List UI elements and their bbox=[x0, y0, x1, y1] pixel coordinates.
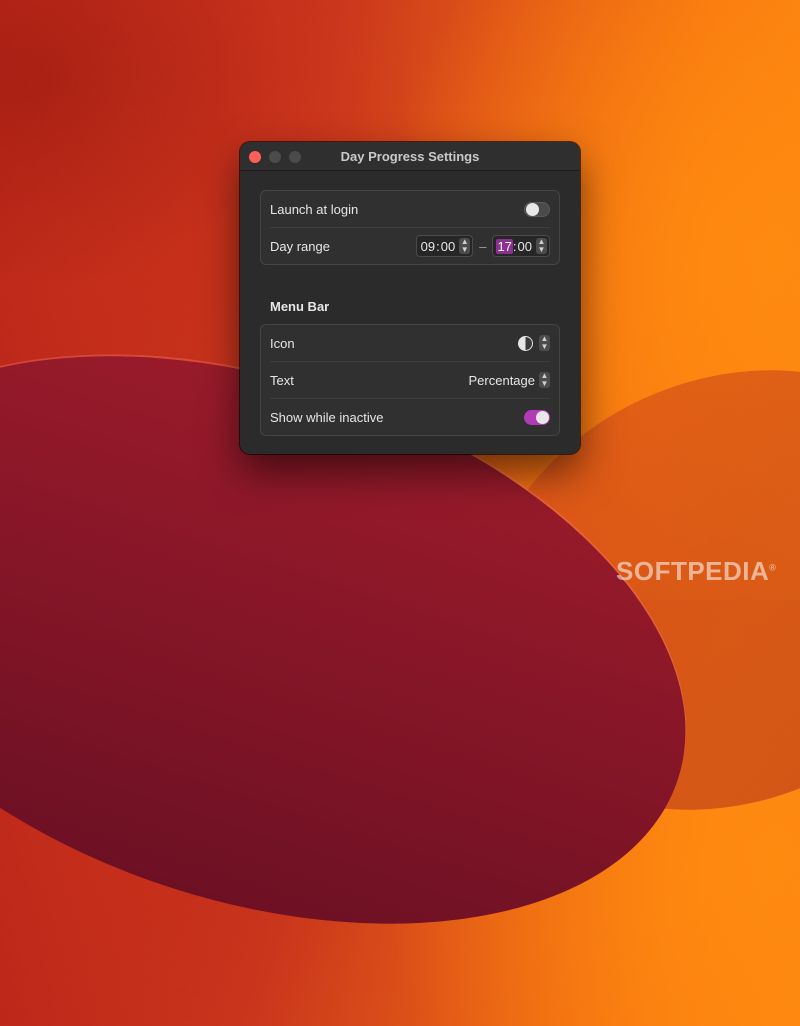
end-hour[interactable]: 17 bbox=[496, 238, 513, 254]
title-bar[interactable]: Day Progress Settings bbox=[240, 142, 580, 171]
settings-window: Day Progress Settings Launch at login Da… bbox=[240, 142, 580, 454]
launch-at-login-label: Launch at login bbox=[270, 201, 359, 217]
half-pie-icon bbox=[518, 335, 533, 351]
registered-mark: ® bbox=[769, 562, 777, 573]
chevron-down-icon: ▼ bbox=[540, 342, 549, 351]
end-time-stepper[interactable]: ▲ ▼ bbox=[536, 238, 547, 254]
icon-row: Icon ▲ ▼ bbox=[270, 325, 550, 362]
day-range-label: Day range bbox=[270, 238, 330, 254]
launch-at-login-toggle[interactable] bbox=[524, 201, 550, 217]
chevron-down-icon[interactable]: ▼ bbox=[536, 246, 547, 254]
start-hour[interactable]: 09 bbox=[420, 239, 436, 254]
menu-bar-group: Icon ▲ ▼ Text Percentage ▲ ▼ Show while in… bbox=[260, 324, 560, 436]
range-dash: – bbox=[479, 238, 487, 254]
text-popup-value[interactable]: Percentage bbox=[469, 373, 536, 388]
toggle-knob bbox=[536, 410, 549, 424]
general-group: Launch at login Day range 09:00 ▲ ▼ – 17:… bbox=[260, 190, 560, 265]
chevron-down-icon: ▼ bbox=[540, 379, 549, 388]
chevron-down-icon[interactable]: ▼ bbox=[459, 246, 470, 254]
show-while-inactive-label: Show while inactive bbox=[270, 409, 384, 425]
icon-popup-chevron[interactable]: ▲ ▼ bbox=[539, 335, 550, 351]
day-range-row: Day range 09:00 ▲ ▼ – 17:00 ▲ ▼ bbox=[270, 228, 550, 264]
start-time-stepper[interactable]: ▲ ▼ bbox=[459, 238, 471, 254]
show-while-inactive-row: Show while inactive bbox=[270, 399, 550, 435]
start-minute[interactable]: 00 bbox=[440, 239, 456, 254]
launch-at-login-row: Launch at login bbox=[270, 191, 550, 228]
start-time-field[interactable]: 09:00 ▲ ▼ bbox=[415, 235, 474, 257]
icon-popup[interactable]: ▲ ▼ bbox=[518, 325, 550, 361]
softpedia-watermark: SOFTPEDIA® bbox=[616, 556, 776, 587]
text-row: Text Percentage ▲ ▼ bbox=[270, 362, 550, 399]
window-title: Day Progress Settings bbox=[340, 149, 480, 164]
watermark-text: SOFTPEDIA bbox=[616, 556, 770, 586]
text-popup[interactable]: Percentage ▲ ▼ bbox=[469, 362, 550, 398]
toggle-knob bbox=[526, 202, 539, 216]
end-time-field[interactable]: 17:00 ▲ ▼ bbox=[492, 235, 550, 257]
menu-bar-section-title: Menu Bar bbox=[270, 299, 330, 314]
text-label: Text bbox=[270, 372, 294, 388]
icon-label: Icon bbox=[270, 335, 295, 351]
text-popup-chevron[interactable]: ▲ ▼ bbox=[539, 372, 550, 388]
end-time-separator: : bbox=[512, 238, 517, 254]
show-while-inactive-toggle[interactable] bbox=[524, 409, 550, 425]
end-minute[interactable]: 00 bbox=[517, 239, 533, 254]
